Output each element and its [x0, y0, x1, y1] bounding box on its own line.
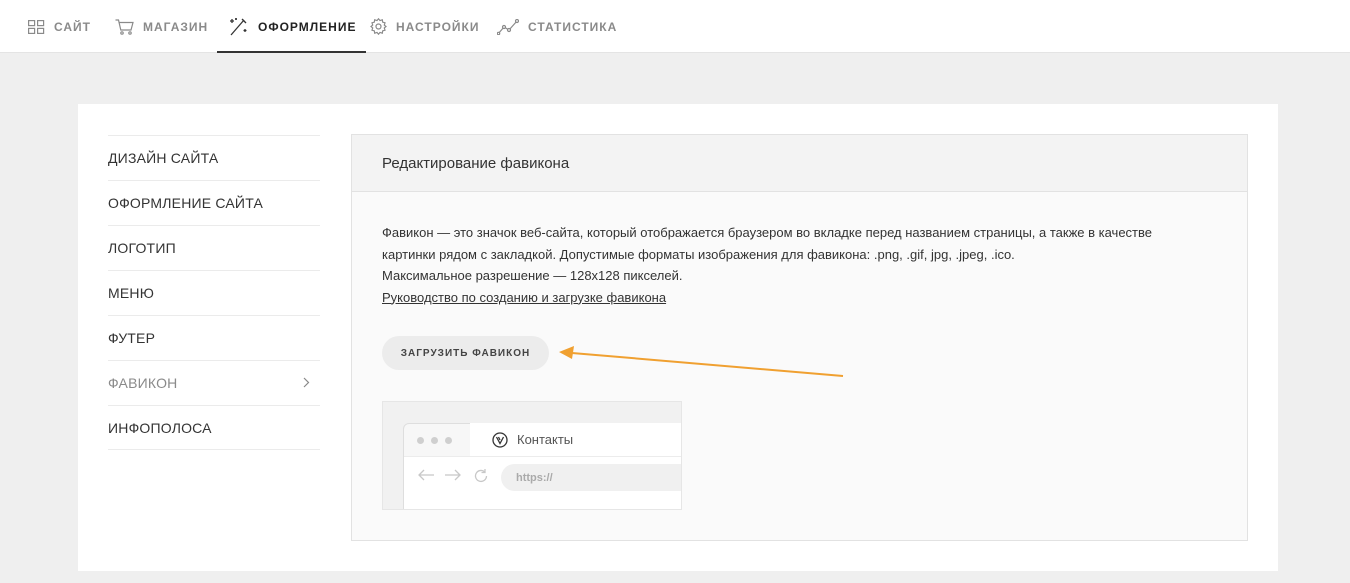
sidebar-item-label: ЛОГОТИП — [108, 240, 176, 256]
sidebar-item-label: ФУТЕР — [108, 330, 156, 346]
sidebar-item-footer[interactable]: ФУТЕР — [108, 315, 320, 360]
nav-item-design[interactable]: ОФОРМЛЕНИЕ — [216, 0, 368, 53]
sidebar-item-site-design[interactable]: ДИЗАЙН САЙТА — [108, 135, 320, 180]
nav-item-shop[interactable]: МАГАЗИН — [115, 0, 208, 53]
sidebar-item-infobar[interactable]: ИНФОПОЛОСА — [108, 405, 320, 450]
nav-item-settings[interactable]: НАСТРОЙКИ — [370, 0, 479, 53]
url-text: https:// — [516, 471, 553, 484]
favicon-panel: Редактирование фавикона Фавикон — это зн… — [351, 134, 1248, 541]
sidebar-item-label: ФАВИКОН — [108, 375, 178, 391]
chart-icon — [497, 18, 519, 35]
favicon-browser-preview: Контакты https:// — [382, 401, 682, 510]
description-line: картинки рядом с закладкой. Допустимые ф… — [382, 246, 1015, 262]
window-dot — [431, 437, 438, 444]
nav-item-statistics[interactable]: СТАТИСТИКА — [497, 0, 617, 53]
nav-item-label: ОФОРМЛЕНИЕ — [258, 19, 357, 34]
sidebar-item-favicon[interactable]: ФАВИКОН — [108, 360, 320, 405]
magic-wand-icon — [230, 17, 247, 35]
window-dot — [445, 437, 452, 444]
panel-header: Редактирование фавикона — [352, 135, 1247, 192]
gear-icon — [370, 18, 387, 35]
max-resolution-text: Максимальное разрешение — 128x128 пиксел… — [382, 268, 683, 283]
refresh-icon — [474, 469, 488, 483]
browser-tab-title: Контакты — [517, 432, 574, 447]
nav-item-label: САЙТ — [54, 19, 91, 34]
panel-title: Редактирование фавикона — [382, 154, 570, 172]
nav-item-label: МАГАЗИН — [143, 19, 209, 34]
sidebar-item-menu[interactable]: МЕНЮ — [108, 270, 320, 315]
nav-item-label: НАСТРОЙКИ — [396, 19, 480, 34]
sidebar-item-label: МЕНЮ — [108, 285, 155, 301]
top-navigation: САЙТ МАГАЗИН ОФОРМЛЕНИЕ НАСТРОЙКИ СТАТИС… — [0, 0, 1350, 53]
forward-arrow-icon — [445, 469, 461, 481]
cart-icon — [115, 18, 134, 35]
sidebar-item-label: ОФОРМЛЕНИЕ САЙТА — [108, 195, 264, 211]
back-arrow-icon — [418, 469, 434, 481]
window-dot — [417, 437, 424, 444]
chevron-right-icon — [303, 377, 310, 388]
favicon-logo-icon — [492, 431, 508, 448]
content-card: ДИЗАЙН САЙТА ОФОРМЛЕНИЕ САЙТА ЛОГОТИП МЕ… — [78, 104, 1278, 571]
sidebar: ДИЗАЙН САЙТА ОФОРМЛЕНИЕ САЙТА ЛОГОТИП МЕ… — [108, 135, 320, 450]
sidebar-item-site-appearance[interactable]: ОФОРМЛЕНИЕ САЙТА — [108, 180, 320, 225]
browser-toolbar: https:// — [404, 456, 681, 509]
sidebar-item-label: ДИЗАЙН САЙТА — [108, 150, 219, 166]
browser-mockup: Контакты https:// — [403, 423, 681, 509]
upload-favicon-button[interactable]: ЗАГРУЗИТЬ ФАВИКОН — [382, 336, 549, 370]
browser-url-bar: https:// — [501, 464, 681, 491]
nav-item-site[interactable]: САЙТ — [28, 0, 91, 53]
favicon-description: Фавикон — это значок веб-сайта, который … — [382, 222, 1202, 308]
browser-tab: Контакты — [470, 423, 681, 456]
nav-item-label: СТАТИСТИКА — [528, 19, 618, 34]
sidebar-item-logo[interactable]: ЛОГОТИП — [108, 225, 320, 270]
grid-icon — [28, 19, 45, 34]
favicon-guide-link[interactable]: Руководство по созданию и загрузке фавик… — [382, 290, 666, 305]
sidebar-item-label: ИНФОПОЛОСА — [108, 419, 212, 436]
description-line: Фавикон — это значок веб-сайта, который … — [382, 225, 1153, 240]
